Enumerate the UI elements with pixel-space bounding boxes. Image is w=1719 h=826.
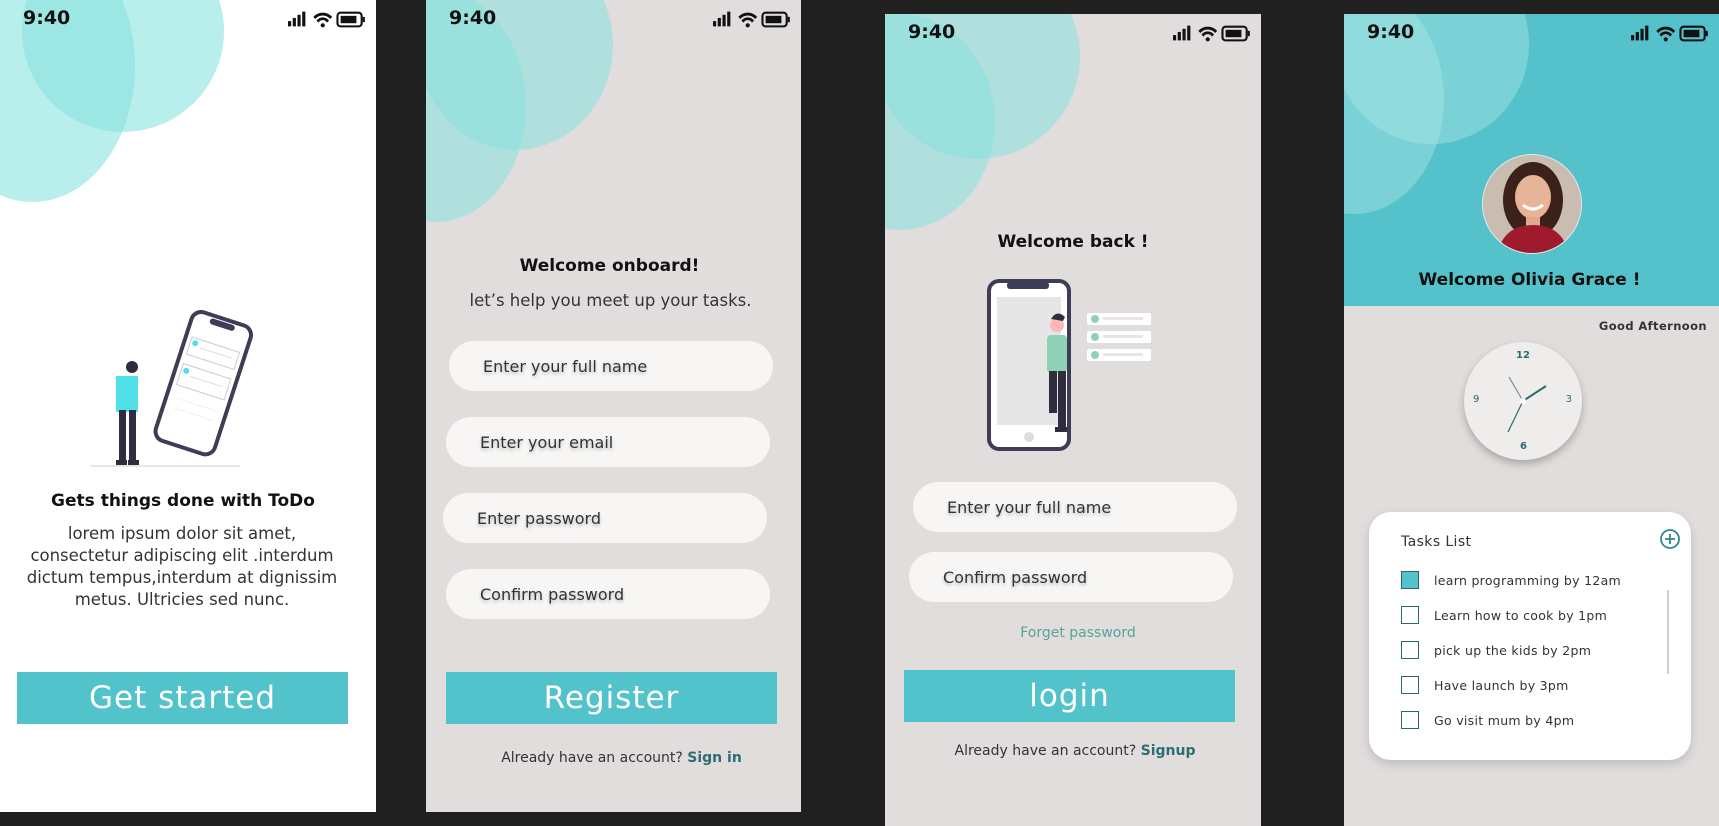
status-icons [713,10,791,29]
status-bar: 9:40 [885,14,1261,50]
status-icons [1631,24,1709,43]
forget-password-link[interactable]: Forget password [890,625,1261,641]
task-label: Have launch by 3pm [1434,677,1569,693]
signin-prompt: Already have an account? Sign in [434,750,801,766]
task-item[interactable]: Go visit mum by 4pm [1401,710,1574,730]
person-leaning-on-phone-illustration [987,279,1151,451]
get-started-button[interactable]: Get started [17,672,348,724]
page-title: Welcome back ! [997,232,1149,252]
task-item[interactable]: Learn how to cook by 1pm [1401,605,1607,625]
signin-prompt-text: Already have an account? [501,750,683,766]
description-line: lorem ipsum dolor sit amet, [67,524,297,543]
avatar[interactable] [1482,154,1582,254]
task-item[interactable]: learn programming by 12am [1401,570,1621,590]
description-text: lorem ipsum dolor sit amet, consectetur … [12,523,352,611]
task-checkbox[interactable] [1401,606,1419,624]
login-screen: 9:40 Welcome back ! Enter your full name… [885,14,1261,826]
full-name-input[interactable]: Enter your full name [913,482,1237,532]
status-time: 9:40 [1367,21,1415,43]
person-with-phone-illustration [90,310,254,467]
task-label: Learn how to cook by 1pm [1434,607,1608,623]
status-bar: 9:40 [426,0,801,36]
tasks-title: Tasks List [1401,534,1472,550]
page-title: Welcome onboard! [519,256,700,276]
analog-clock: 12 3 6 9 [1464,342,1582,460]
password-input[interactable]: Enter password [443,493,767,543]
confirm-password-input[interactable]: Confirm password [909,552,1233,602]
description-line: metus. Ultricies sed nunc. [74,590,290,609]
task-label: pick up the kids by 2pm [1434,642,1592,658]
task-checkbox[interactable] [1401,676,1419,694]
task-checkbox[interactable] [1401,641,1419,659]
email-input[interactable]: Enter your email [446,417,770,467]
onboarding-screen: 9:40 Gets things done with ToDo lorem ip… [0,0,376,812]
sign-up-link[interactable]: Signup [1141,743,1196,759]
add-task-icon[interactable] [1659,528,1681,550]
status-time: 9:40 [908,21,956,43]
signup-prompt: Already have an account? Signup [887,743,1261,759]
task-checkbox[interactable] [1401,711,1419,729]
register-screen: 9:40 Welcome onboard! let’s help you mee… [426,0,801,812]
task-label: Go visit mum by 4pm [1434,712,1575,728]
confirm-password-input[interactable]: Confirm password [446,569,770,619]
task-label: learn programming by 12am [1434,572,1622,588]
clock-hands [1507,376,1547,433]
login-button[interactable]: login [904,670,1235,722]
page-title: Gets things done with ToDo [51,491,315,511]
full-name-input[interactable]: Enter your full name [449,341,773,391]
description-line: consectetur adipiscing elit .interdum [30,546,334,565]
dashboard-screen: 9:40 Welcome Olivia Grace ! Good Afterno… [1344,14,1719,826]
status-icons [1173,24,1251,43]
welcome-title: Welcome Olivia Grace ! [1418,270,1641,290]
user-photo [1483,155,1581,253]
tasks-scrollbar[interactable] [1667,590,1669,674]
page-subtitle: let’s help you meet up your tasks. [469,291,752,310]
description-line: dictum tempus,interdum at dignissim [26,568,338,587]
status-bar: 9:40 [0,0,376,36]
task-item[interactable]: Have launch by 3pm [1401,675,1569,695]
greeting-text: Good Afternoon [1598,319,1707,333]
register-button[interactable]: Register [446,672,777,724]
sign-in-link[interactable]: Sign in [687,750,742,766]
task-checkbox[interactable] [1401,571,1419,589]
tasks-card: Tasks List learn programming by 12am Lea… [1369,512,1691,760]
status-time: 9:40 [23,7,71,29]
task-item[interactable]: pick up the kids by 2pm [1401,640,1591,660]
status-icons [288,10,366,29]
status-time: 9:40 [449,7,497,29]
signup-prompt-text: Already have an account? [954,743,1137,759]
status-bar: 9:40 [1344,14,1719,50]
